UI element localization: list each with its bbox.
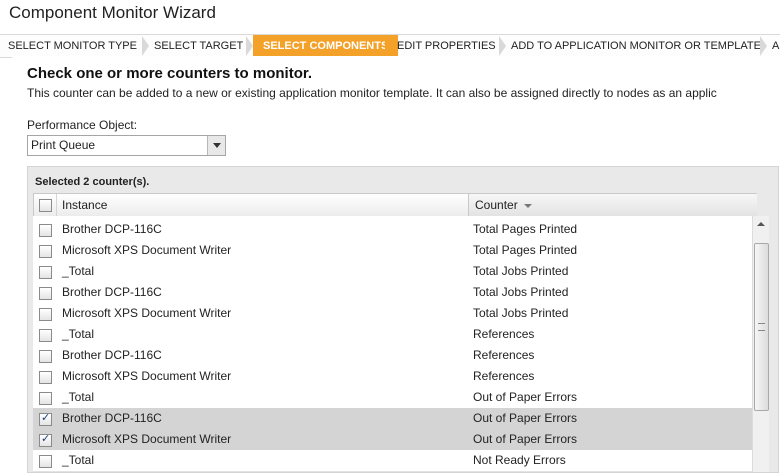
instance-cell: Brother DCP-116C [62,411,162,425]
step-separator [385,36,392,56]
counter-cell: Out of Paper Errors [473,432,578,446]
row-checkbox[interactable] [39,287,52,300]
table-row[interactable]: Brother DCP-116C Total Jobs Printed [33,282,752,304]
row-checkbox[interactable] [39,432,52,447]
row-checkbox[interactable] [39,411,52,426]
step-add-to-application-monitor[interactable]: ADD TO APPLICATION MONITOR OR TEMPLATE [511,35,761,57]
row-checkbox[interactable] [39,266,52,279]
step-select-target[interactable]: SELECT TARGET [154,35,243,57]
counter-cell: Total Jobs Printed [473,306,569,320]
page-heading: Check one or more counters to monitor. [27,65,313,82]
table-row[interactable]: Microsoft XPS Document Writer Total Jobs … [33,303,752,325]
instance-cell: Brother DCP-116C [62,285,162,299]
page-description: This counter can be added to a new or ex… [27,86,717,100]
step-edit-properties[interactable]: EDIT PROPERTIES [397,35,496,57]
instance-cell: _Total [62,327,95,341]
counter-cell: Out of Paper Errors [473,411,578,425]
wizard-steps: SELECT MONITOR TYPE SELECT TARGET SELECT… [0,34,780,58]
counter-cell: Total Pages Printed [473,222,578,236]
performance-object-label: Performance Object: [27,118,138,132]
table-row[interactable]: Brother DCP-116C References [33,345,752,367]
row-checkbox[interactable] [39,308,52,321]
instance-cell: Microsoft XPS Document Writer [62,432,232,446]
column-header-instance[interactable]: Instance [62,198,107,212]
table-row[interactable]: _Total Out of Paper Errors [33,387,752,409]
table-row[interactable]: Brother DCP-116C Total Pages Printed [33,219,752,241]
row-checkbox[interactable] [39,455,52,468]
chevron-down-icon[interactable] [207,136,225,155]
instance-cell: _Total [62,390,95,404]
table-row[interactable]: Microsoft XPS Document Writer References [33,366,752,388]
table-row[interactable]: Microsoft XPS Document Writer Out of Pape… [33,429,752,451]
counter-cell: References [473,327,535,341]
table-row[interactable]: _Total Total Jobs Printed [33,261,752,283]
table-row[interactable]: _Total References [33,324,752,346]
counter-cell: Not Ready Errors [473,453,566,467]
counters-grid: Selected 2 counter(s). Instance Counter … [27,166,779,473]
performance-object-value: Print Queue [31,138,96,152]
step-separator [499,36,506,56]
row-checkbox[interactable] [39,224,52,237]
instance-cell: Brother DCP-116C [62,222,162,236]
table-row[interactable]: Brother DCP-116C Out of Paper Errors [33,408,752,430]
instance-cell: _Total [62,264,95,278]
step-select-monitor-type[interactable]: SELECT MONITOR TYPE [8,35,137,57]
selected-count-text: Selected 2 counter(s). [35,176,150,188]
instance-cell: Microsoft XPS Document Writer [62,243,232,257]
instance-cell: Microsoft XPS Document Writer [62,306,232,320]
scroll-up-icon[interactable] [753,216,769,232]
step-separator [246,36,253,56]
vertical-scrollbar[interactable] [752,216,769,472]
counter-cell: References [473,348,535,362]
row-checkbox[interactable] [39,350,52,363]
table-row[interactable]: Microsoft XPS Document Writer Total Pages… [33,240,752,262]
scrollbar-thumb[interactable] [754,243,769,411]
select-all-checkbox[interactable] [39,199,52,212]
select-all-cell [34,194,57,216]
table-row[interactable]: _Total Not Ready Errors [33,450,752,472]
row-checkbox[interactable] [39,245,52,258]
row-checkbox[interactable] [39,392,52,405]
step-separator [142,36,149,56]
wizard-title: Component Monitor Wizard [9,3,216,22]
performance-object-select[interactable]: Print Queue [27,135,226,156]
grip-icon [758,323,765,331]
sort-descending-icon [524,204,532,208]
grid-header: Instance Counter [33,193,757,217]
instance-cell: Brother DCP-116C [62,348,162,362]
instance-cell: Microsoft XPS Document Writer [62,369,232,383]
counter-cell: Total Jobs Printed [473,264,569,278]
instance-cell: _Total [62,453,95,467]
counter-cell: Total Jobs Printed [473,285,569,299]
step-next-truncated[interactable]: A [772,35,779,57]
column-header-counter-cell[interactable]: Counter [468,194,757,216]
column-header-counter[interactable]: Counter [475,198,518,212]
step-select-components[interactable]: SELECT COMPONENTS [253,35,399,57]
counter-cell: Total Pages Printed [473,243,578,257]
grid-rows: Brother DCP-116C Total Pages Printed Micro… [33,216,752,472]
counter-cell: References [473,369,535,383]
row-checkbox[interactable] [39,371,52,384]
counter-cell: Out of Paper Errors [473,390,578,404]
step-separator [760,36,767,56]
row-checkbox[interactable] [39,329,52,342]
